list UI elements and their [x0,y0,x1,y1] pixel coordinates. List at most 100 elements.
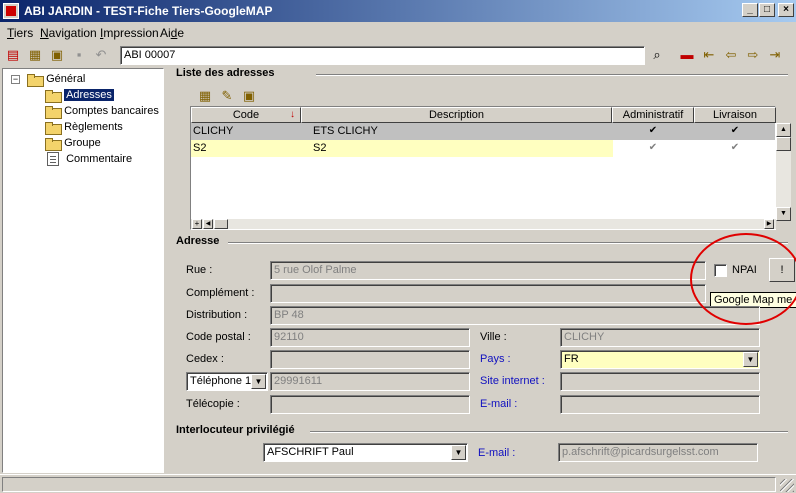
h-scroll-thumb[interactable] [214,219,228,229]
fax-field[interactable] [270,395,470,414]
complement-field[interactable] [270,284,706,303]
resize-grip-icon[interactable] [780,479,794,492]
menu-bar: Tiers Navigation Impression Aide [0,22,796,42]
section-divider [310,431,788,433]
tree-item-commentaire[interactable]: Commentaire [47,151,132,167]
tree-label-groupe: Groupe [64,137,101,149]
tree-node-general[interactable]: − Général [11,71,86,88]
checkbox-administratif[interactable]: ✔ [647,142,659,154]
site-internet-label[interactable]: Site internet : [480,375,545,387]
title-bar: ABI JARDIN - TEST-Fiche Tiers-GoogleMAP … [0,0,796,22]
cedex-field[interactable] [270,350,470,369]
site-internet-field[interactable] [560,372,760,391]
pays-label[interactable]: Pays : [480,353,511,365]
row-highlight [191,140,613,157]
table-row[interactable]: CLICHY ETS CLICHY ✔ ✔ [191,123,775,140]
checkbox-livraison[interactable]: ✔ [729,125,741,137]
cedex-label: Cedex : [186,353,224,365]
distribution-field[interactable]: BP 48 [270,306,760,325]
complement-label: Complément : [186,287,255,299]
tree-item-adresses[interactable]: Adresses [45,87,114,104]
app-icon[interactable] [3,3,19,19]
scroll-thumb[interactable] [776,137,791,151]
tree-label-adresses: Adresses [64,89,114,101]
menu-impression[interactable]: Impression [100,26,159,40]
menu-aide[interactable]: Aide [160,26,184,40]
column-header-description[interactable]: Description [301,107,612,123]
maximize-button[interactable]: □ [759,3,775,17]
addresses-grid[interactable]: Code ↓ Description Administratif Livraiso… [190,106,791,230]
addresses-section-title: Liste des adresses [176,67,275,79]
rue-label: Rue : [186,264,213,276]
table-row[interactable]: S2 S2 ✔ ✔ [191,140,775,157]
status-bar [0,474,796,493]
menu-tiers[interactable]: Tiers [7,26,33,40]
tree-label-general: Général [46,73,86,85]
add-row-icon[interactable]: + [192,219,202,229]
car-icon[interactable]: ▬ [679,47,695,63]
first-record-icon[interactable]: ⇤ [701,47,717,63]
tree-item-comptes-bancaires[interactable]: Comptes bancaires [45,103,159,120]
pays-select[interactable]: FR ▼ [560,350,760,369]
contact-select[interactable]: AFSCHRIFT Paul ▼ [263,443,468,462]
vertical-scrollbar[interactable]: ▲ ▼ [776,123,791,221]
email-label[interactable]: E-mail : [480,398,517,410]
new-record-icon[interactable]: ▦ [27,47,43,63]
folder-icon [45,105,62,120]
horizontal-scrollbar[interactable]: + ◀ ▶ [191,219,776,229]
column-header-administratif[interactable]: Administratif [612,107,694,123]
close-button[interactable]: × [778,3,794,17]
folder-icon [27,73,45,88]
search-icon[interactable]: ⌕ [649,47,665,63]
chevron-down-icon[interactable]: ▼ [451,445,466,460]
scroll-left-icon[interactable]: ◀ [203,219,213,229]
cell-description: S2 [313,142,327,154]
scroll-down-icon[interactable]: ▼ [776,207,791,221]
section-divider [228,242,788,244]
ville-label: Ville : [480,331,507,343]
tree-item-groupe[interactable]: Groupe [45,135,101,152]
phone-type-select[interactable]: Téléphone 1 ▼ [186,372,268,391]
previous-record-icon[interactable]: ⇦ [723,47,739,63]
email-field[interactable] [560,395,760,414]
scroll-up-icon[interactable]: ▲ [776,123,791,137]
chevron-down-icon[interactable]: ▼ [251,374,266,389]
navigation-tree[interactable]: − Général Adresses Comptes bancaires Règ… [2,68,164,473]
contact-email-label[interactable]: E-mail : [478,447,515,459]
tree-label-commentaire: Commentaire [66,153,133,165]
tree-item-reglements[interactable]: Règlements [45,119,123,136]
edit-address-icon[interactable]: ✎ [219,88,235,104]
distribution-label: Distribution : [186,309,248,321]
menu-navigation[interactable]: Navigation [40,26,97,40]
chevron-down-icon[interactable]: ▼ [743,352,758,367]
last-record-icon[interactable]: ⇥ [767,47,783,63]
copy-record-icon[interactable]: ▣ [49,47,65,63]
next-record-icon[interactable]: ⇨ [745,47,761,63]
contact-section-title: Interlocuteur privilégié [176,424,295,436]
delete-record-icon[interactable]: ▤ [5,47,21,63]
annotation-circle [690,233,796,325]
minimize-button[interactable]: _ [742,3,758,17]
add-address-icon[interactable]: ▦ [197,88,213,104]
ville-field[interactable]: CLICHY [560,328,760,347]
undo-icon[interactable]: ↶ [93,47,109,63]
contact-email-field[interactable]: p.afschrift@picardsurgelsst.com [558,443,758,462]
checkbox-administratif[interactable]: ✔ [647,125,659,137]
column-header-code[interactable]: Code ↓ [191,107,301,123]
column-header-livraison[interactable]: Livraison [694,107,776,123]
address-section-title: Adresse [176,235,220,247]
cell-code: CLICHY [193,125,234,137]
collapse-icon[interactable]: − [11,74,20,84]
rue-field[interactable]: 5 rue Olof Palme [270,261,706,280]
code-postal-field[interactable]: 92110 [270,328,470,347]
folder-icon [45,137,62,152]
status-panel [2,477,776,492]
save-icon[interactable]: ▪ [71,47,87,63]
checkbox-livraison[interactable]: ✔ [729,142,741,154]
tiers-code-input[interactable]: ABI 00007 [120,46,645,65]
section-divider [316,74,788,76]
copy-address-icon[interactable]: ▣ [241,88,257,104]
phone-field[interactable]: 29991611 [270,372,470,391]
scroll-right-icon[interactable]: ▶ [764,219,774,229]
sort-arrow-icon: ↓ [290,109,295,120]
